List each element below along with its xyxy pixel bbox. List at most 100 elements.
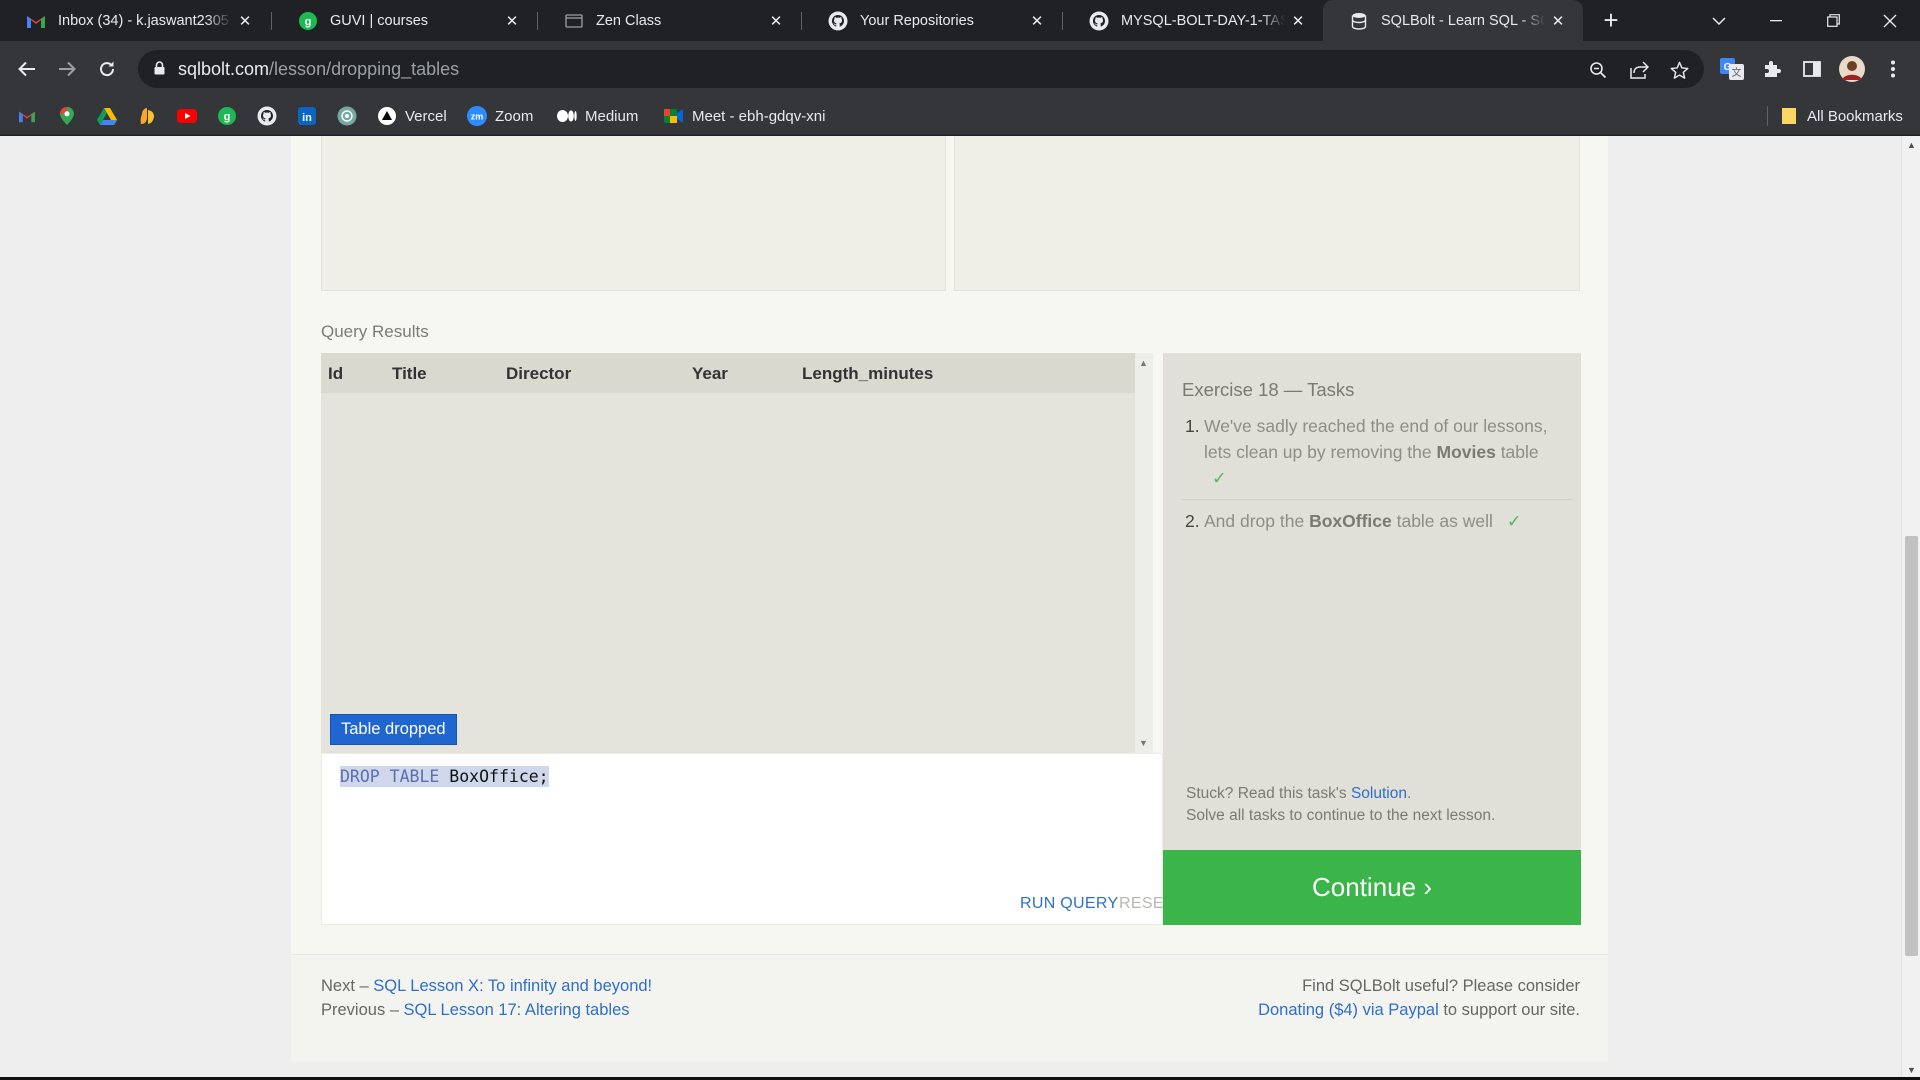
github-icon [257, 106, 277, 126]
solve-all-text: Solve all tasks to continue to the next … [1186, 807, 1496, 824]
medium-icon [557, 106, 577, 126]
app-icon [137, 106, 157, 126]
scroll-up-arrow-icon[interactable]: ▲ [1902, 136, 1920, 153]
previous-lesson-link[interactable]: SQL Lesson 17: Altering tables [404, 1001, 630, 1019]
results-scrollbar[interactable]: ▲ ▼ [1135, 353, 1153, 753]
previous-lesson: Previous – SQL Lesson 17: Altering table… [321, 1001, 630, 1019]
lock-icon[interactable] [154, 61, 165, 80]
lesson-footer: Next – SQL Lesson X: To infinity and bey… [291, 954, 1608, 1062]
bookmark-meet[interactable]: Meet - ebh-gdqv-xni [664, 97, 825, 135]
restore-icon[interactable] [1809, 0, 1857, 41]
github-icon [1089, 11, 1109, 31]
bookmark-github[interactable] [257, 97, 285, 135]
bookmark-guvi[interactable]: g [217, 97, 245, 135]
svg-text:in: in [302, 112, 312, 124]
bookmark-maps[interactable] [57, 97, 85, 135]
page-scrollbar[interactable]: ▲ ▼ [1901, 136, 1920, 1080]
forward-icon[interactable] [49, 51, 85, 87]
minimize-icon[interactable] [1752, 0, 1800, 41]
query-results-table: Id Title Director Year Length_minutes [321, 353, 1135, 753]
bookmark-gmail[interactable] [17, 97, 45, 135]
gmail-icon [17, 106, 37, 126]
side-panel-icon[interactable] [1798, 55, 1826, 83]
column-header: Title [392, 364, 427, 383]
window-close-icon[interactable] [1866, 0, 1914, 41]
task-list: 1. We've sadly reached the end of our les… [1182, 413, 1572, 534]
solution-link[interactable]: Solution [1351, 785, 1407, 802]
sql-editor[interactable]: DROP TABLE BoxOffice; RUN QUERY RESET [321, 753, 1174, 925]
extensions-icon[interactable] [1758, 55, 1786, 83]
bookmark-youtube[interactable] [177, 97, 205, 135]
back-icon[interactable] [9, 51, 45, 87]
browser-toolbar: sqlbolt.com/lesson/dropping_tables G文 [0, 41, 1920, 97]
close-icon[interactable]: ✕ [1024, 8, 1050, 34]
bookmark-app[interactable] [137, 97, 165, 135]
address-bar[interactable]: sqlbolt.com/lesson/dropping_tables [138, 50, 1704, 88]
query-results-label: Query Results [321, 322, 429, 341]
tab-sqlbolt-active[interactable]: SQLBolt - Learn SQL - SQL ✕ [1323, 0, 1583, 41]
bookmark-drive[interactable] [97, 97, 125, 135]
bookmark-linkedin[interactable]: in [297, 97, 325, 135]
close-icon[interactable]: ✕ [499, 8, 525, 34]
translate-icon[interactable]: G文 [1718, 55, 1746, 83]
close-icon[interactable]: ✕ [1285, 8, 1311, 34]
table-panel-left [321, 136, 946, 291]
share-icon[interactable] [1628, 59, 1650, 81]
new-tab-button[interactable]: + [1587, 0, 1635, 41]
scroll-down-arrow-icon[interactable]: ▼ [1902, 1061, 1920, 1078]
bookmark-vercel[interactable]: Vercel [377, 97, 447, 135]
bookmark-label: Vercel [405, 107, 447, 125]
scroll-down-arrow-icon[interactable]: ▼ [1139, 738, 1148, 748]
stuck-help: Stuck? Read this task's Solution. Solve … [1186, 785, 1496, 824]
youtube-icon [177, 106, 197, 126]
menu-kebab-icon[interactable] [1879, 55, 1907, 83]
table-header: Id Title Director Year Length_minutes [321, 353, 1135, 393]
page-viewport: Query Results Id Title Director Year Len… [0, 136, 1901, 1080]
run-query-button[interactable]: RUN QUERY [1020, 895, 1118, 913]
tab-guvi[interactable]: g GUVI | courses ✕ [272, 0, 537, 41]
url-text[interactable]: sqlbolt.com/lesson/dropping_tables [178, 59, 459, 80]
donate-link[interactable]: Donating ($4) via Paypal [1258, 1001, 1439, 1019]
next-lesson: Next – SQL Lesson X: To infinity and bey… [321, 977, 653, 995]
folder-icon [1779, 106, 1799, 126]
scroll-up-arrow-icon[interactable]: ▲ [1139, 358, 1148, 368]
tab-gmail[interactable]: Inbox (34) - k.jaswant2305 ✕ [0, 0, 270, 41]
tab-zen-class[interactable]: Zen Class ✕ [538, 0, 801, 41]
chevron-down-icon[interactable] [1695, 0, 1743, 41]
column-header: Director [506, 364, 572, 383]
bookmarks-bar: g in Vercel zm Zoom Medium Meet - ebh-gdq… [0, 97, 1920, 135]
donate-line: Donating ($4) via Paypal to support our … [1258, 1001, 1580, 1019]
avatar[interactable] [1838, 55, 1866, 83]
scrollbar-thumb[interactable] [1905, 536, 1918, 956]
tab-title: Zen Class [596, 12, 662, 29]
zoom-icon[interactable] [1587, 59, 1609, 81]
close-icon[interactable]: ✕ [763, 8, 789, 34]
tab-title: SQLBolt - Learn SQL - SQL [1381, 12, 1545, 29]
bookmark-zoom[interactable]: zm Zoom [467, 97, 533, 135]
tab-repositories[interactable]: Your Repositories ✕ [802, 0, 1062, 41]
guvi-icon: g [217, 106, 237, 126]
lesson-card: Query Results Id Title Director Year Len… [291, 136, 1608, 1062]
bookmark-label: Medium [585, 107, 639, 125]
reload-icon[interactable] [89, 51, 125, 87]
bookmark-chatgpt[interactable] [337, 97, 365, 135]
next-lesson-link[interactable]: SQL Lesson X: To infinity and beyond! [373, 977, 652, 995]
guvi-icon: g [298, 11, 318, 31]
linkedin-icon: in [297, 106, 317, 126]
close-icon[interactable]: ✕ [1545, 8, 1571, 34]
tab-title: GUVI | courses [330, 12, 429, 29]
status-badge: Table dropped [330, 714, 457, 745]
tab-mysql-bolt[interactable]: MYSQL-BOLT-DAY-1-TASK ✕ [1063, 0, 1323, 41]
bookmark-star-icon[interactable] [1668, 59, 1690, 81]
task-item: 2. And drop the BoxOffice table as well ✓ [1185, 511, 1522, 531]
check-icon: ✓ [1506, 511, 1522, 531]
chatgpt-icon [337, 106, 357, 126]
zoom-icon: zm [467, 106, 487, 126]
bookmark-medium[interactable]: Medium [557, 97, 638, 135]
exercise-tasks-panel: Exercise 18 — Tasks 1. We've sadly reache… [1163, 353, 1581, 925]
continue-button[interactable]: Continue › [1163, 850, 1581, 925]
close-icon[interactable]: ✕ [232, 8, 258, 34]
query-text[interactable]: DROP TABLE BoxOffice; [340, 766, 549, 787]
all-bookmarks[interactable]: All Bookmarks [1779, 97, 1903, 135]
maps-icon [57, 106, 77, 126]
